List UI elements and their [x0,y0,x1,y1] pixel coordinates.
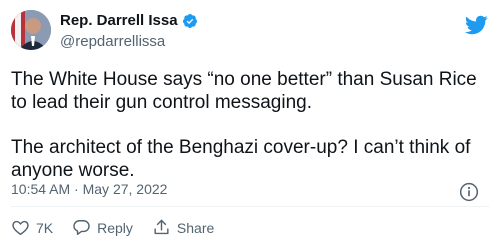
info-icon[interactable] [459,182,479,202]
avatar[interactable] [11,10,51,50]
reply-icon [73,220,90,235]
tweet-date: May 27, 2022 [82,181,168,197]
author-name-row[interactable]: Rep. Darrell Issa [60,12,198,29]
tweet-actions: 7K Reply Share [11,218,233,237]
share-icon [154,219,169,235]
reply-label: Reply [97,219,133,236]
share-button[interactable]: Share [152,218,214,237]
author-name[interactable]: Rep. Darrell Issa [60,12,178,29]
tweet-text-paragraph-2: The architect of the Benghazi cover-up? … [11,137,471,181]
reply-button[interactable]: Reply [72,218,133,237]
heart-icon [12,220,29,236]
tweet-text-paragraph-1: The White House says “no one better” tha… [11,69,477,113]
like-button[interactable]: 7K [11,218,53,237]
tweet-time: 10:54 AM [11,181,71,197]
share-label: Share [176,219,215,236]
meta-separator: · [74,181,79,197]
verified-badge-icon [182,13,197,28]
avatar-image [11,10,51,50]
divider [11,206,489,207]
tweet-timestamp[interactable]: 10:54 AM · May 27, 2022 [11,181,167,197]
author-handle[interactable]: @repdarrellissa [60,33,165,50]
embedded-tweet-card: Rep. Darrell Issa @repdarrellissa The Wh… [0,0,500,246]
twitter-bird-icon[interactable] [464,13,488,37]
like-count: 7K [36,219,54,236]
